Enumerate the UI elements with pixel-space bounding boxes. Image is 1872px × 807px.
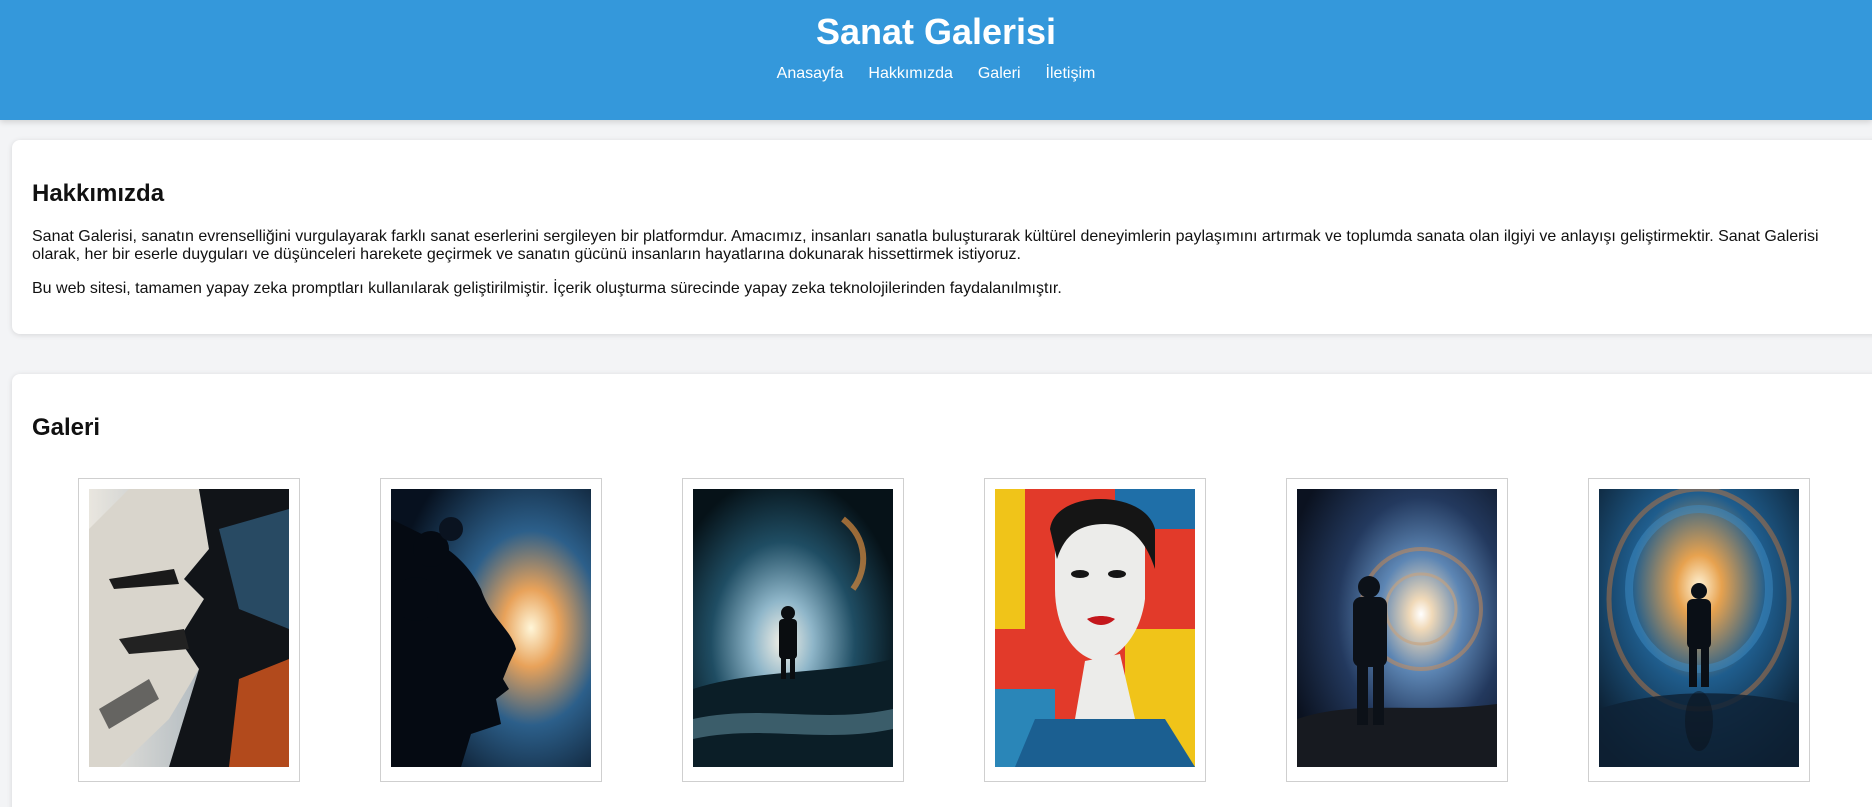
nav-link-anasayfa[interactable]: Anasayfa bbox=[777, 65, 844, 83]
gallery-item-pop-art-woman[interactable] bbox=[984, 478, 1206, 782]
pop-art-woman-painting bbox=[995, 489, 1195, 767]
main-nav: Anasayfa Hakkımızda Galeri İletişim bbox=[0, 65, 1872, 83]
about-paragraph: Sanat Galerisi, sanatın evrenselliğini v… bbox=[32, 228, 1819, 263]
figure-walking-in-vortex-painting bbox=[1599, 489, 1799, 767]
about-section: Hakkımızda Sanat Galerisi, sanatın evren… bbox=[12, 140, 1872, 334]
abstract-face-painting bbox=[89, 489, 289, 767]
gallery-heading: Galeri bbox=[32, 414, 101, 441]
site-title: Sanat Galerisi bbox=[815, 11, 1057, 52]
about-heading: Hakkımızda bbox=[32, 180, 165, 207]
about-paragraph-ai: Bu web sitesi, tamamen yapay zeka prompt… bbox=[32, 280, 1062, 297]
site-header: Sanat Galerisi Anasayfa Hakkımızda Galer… bbox=[0, 0, 1872, 120]
nav-link-galeri[interactable]: Galeri bbox=[978, 65, 1021, 83]
cosmic-silhouette-painting bbox=[391, 489, 591, 767]
nav-link-hakkimizda[interactable]: Hakkımızda bbox=[868, 65, 952, 83]
gallery-item-galaxy-figure[interactable] bbox=[1286, 478, 1508, 782]
nav-link-iletisim[interactable]: İletişim bbox=[1046, 65, 1096, 83]
gallery-item-cosmic-silhouette[interactable] bbox=[380, 478, 602, 782]
figure-before-galaxy-painting bbox=[1297, 489, 1497, 767]
gallery-item-abstract-face[interactable] bbox=[78, 478, 300, 782]
gallery-section: Galeri bbox=[12, 374, 1872, 807]
gallery-item-cosmic-wave[interactable] bbox=[682, 478, 904, 782]
figure-in-cosmic-wave-painting bbox=[693, 489, 893, 767]
gallery-item-vortex-figure[interactable] bbox=[1588, 478, 1810, 782]
